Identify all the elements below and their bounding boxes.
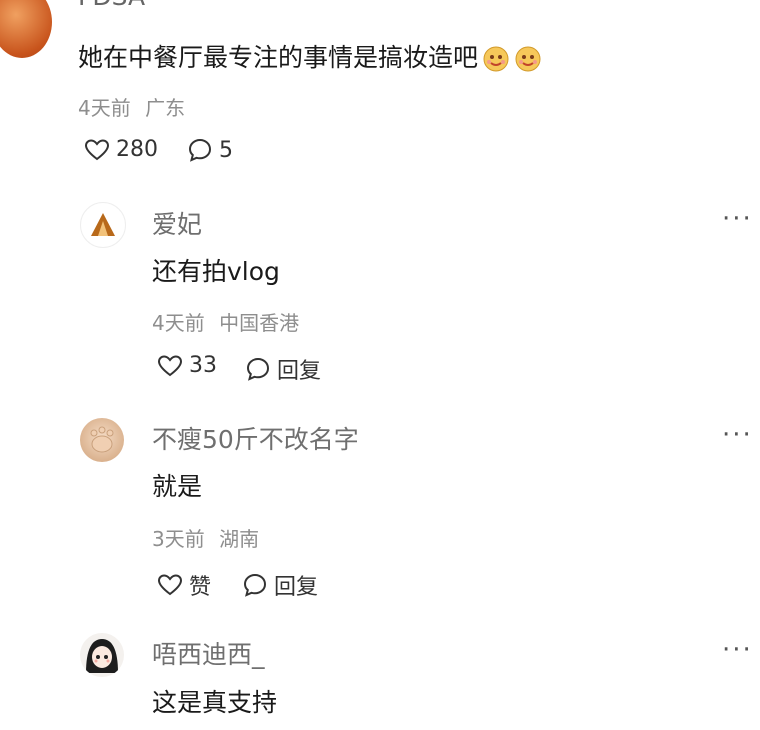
avatar[interactable] (80, 633, 124, 677)
avatar[interactable] (80, 418, 124, 462)
reply-button[interactable]: 5 (187, 137, 233, 163)
heart-icon (157, 354, 183, 376)
face-emoji-icon (514, 44, 542, 78)
like-button[interactable]: 赞 (157, 569, 211, 601)
comment-username[interactable]: 爱妃 (152, 205, 202, 241)
comment-meta: 4天前 中国香港 (152, 307, 299, 336)
comment-text: 还有拍vlog (152, 257, 280, 286)
anime-girl-icon (86, 639, 118, 673)
like-button[interactable]: 33 (157, 353, 217, 378)
more-options-button[interactable]: ··· (722, 206, 753, 232)
reply-label: 回复 (277, 359, 322, 384)
more-options-button[interactable]: ··· (722, 637, 753, 663)
avatar[interactable] (80, 202, 126, 248)
comment-location: 湖南 (219, 527, 260, 551)
reply-button[interactable]: 回复 (242, 569, 318, 601)
comment-meta: 3天前 湖南 (152, 523, 259, 552)
reply-count: 5 (219, 137, 233, 163)
comment-username[interactable]: 不瘦50斤不改名字 (152, 420, 359, 456)
cat-paw-icon (90, 426, 114, 453)
comment-bubble-icon (246, 357, 270, 381)
like-count: 33 (189, 353, 217, 378)
comment-text: 就是 (152, 472, 203, 501)
comment-bubble-icon (188, 138, 212, 162)
comment-time: 4天前 (78, 96, 131, 120)
comment-location: 广东 (145, 96, 186, 120)
avatar[interactable] (0, 0, 52, 58)
tent-logo-icon (91, 213, 115, 236)
heart-icon (84, 138, 110, 160)
comment-username[interactable]: FDSA (78, 0, 145, 11)
comment-username[interactable]: 唔西迪西_ (152, 635, 265, 671)
comment-time: 4天前 (152, 311, 205, 335)
more-options-button[interactable]: ··· (722, 422, 753, 448)
comment-text-content: 她在中餐厅最专注的事情是搞妆造吧 (78, 43, 479, 72)
like-label: 赞 (189, 575, 212, 600)
comment-text: 她在中餐厅最专注的事情是搞妆造吧 (78, 38, 542, 78)
reply-label: 回复 (274, 575, 319, 600)
like-button[interactable]: 280 (84, 137, 158, 162)
comment-text: 这是真支持 (152, 688, 278, 717)
heart-icon (157, 574, 183, 596)
face-emoji-icon (482, 44, 510, 78)
reply-button[interactable]: 回复 (245, 353, 321, 385)
comment-time: 3天前 (152, 527, 205, 551)
comment-meta: 4天前 广东 (78, 92, 185, 121)
like-count: 280 (116, 137, 158, 162)
comment-location: 中国香港 (219, 311, 300, 335)
comment-bubble-icon (243, 573, 267, 597)
